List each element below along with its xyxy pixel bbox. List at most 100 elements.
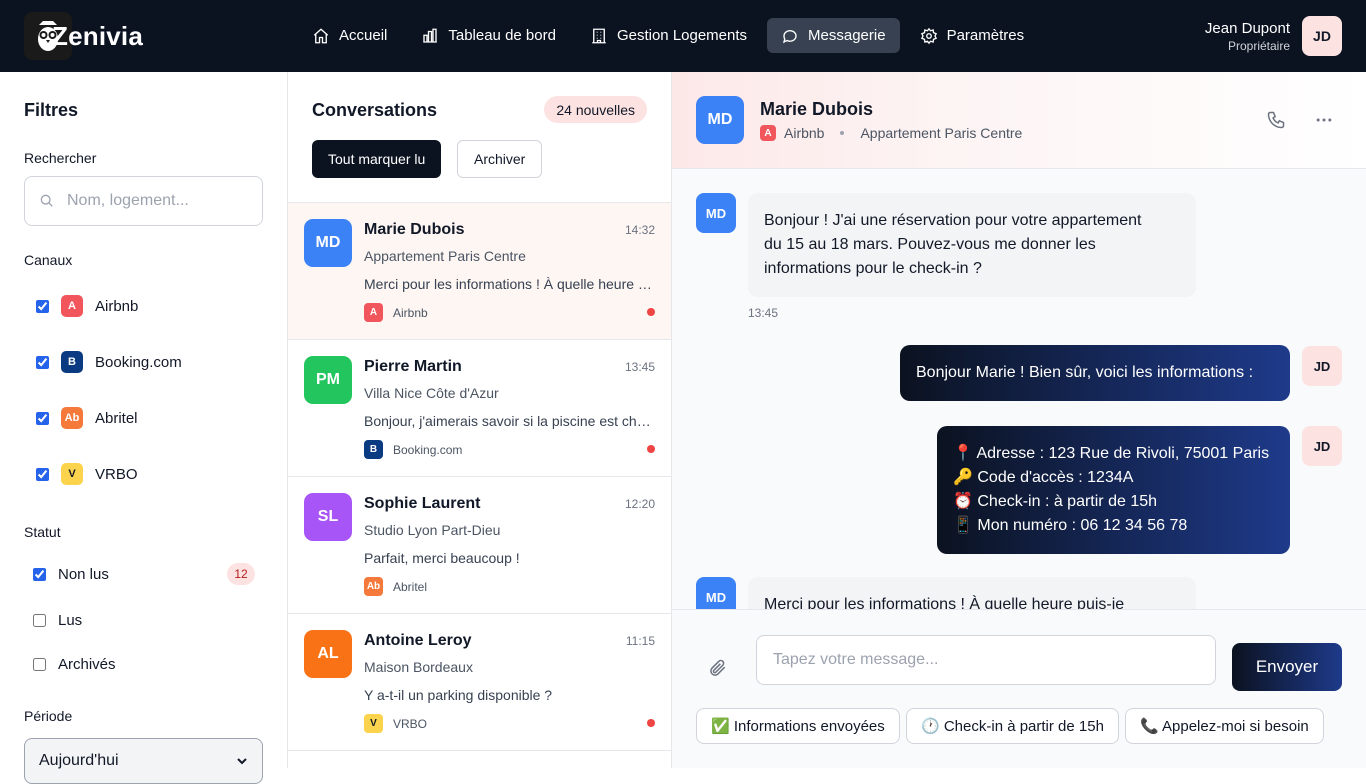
separator-dot (840, 131, 845, 135)
conversation-property: Studio Lyon Part-Dieu (364, 522, 501, 538)
home-icon (313, 27, 329, 43)
chat-contact-details: A Airbnb Appartement Paris Centre (760, 125, 1022, 141)
chat-icon (783, 29, 797, 43)
building-icon (592, 28, 606, 43)
message-input[interactable] (756, 635, 1216, 685)
conversation-channel: V VRBO (364, 714, 427, 733)
nav-messagerie[interactable]: Messagerie (767, 18, 900, 53)
channel-name: Booking.com (393, 442, 463, 457)
user-role: Propriétaire (1227, 38, 1290, 53)
conversation-name: Marie Dubois (364, 221, 465, 238)
search-icon (40, 194, 53, 207)
avatar: MD (696, 577, 736, 609)
status-filter-archives[interactable]: Archivés (33, 656, 116, 673)
status-filter-lus[interactable]: Lus (33, 612, 82, 629)
quick-reply-appelez-moi[interactable]: 📞 Appelez-moi si besoin (1125, 708, 1324, 744)
message-line: 📱 Mon numéro : 06 12 34 56 78 (953, 517, 1188, 534)
logo[interactable]: Zenivia (24, 12, 143, 60)
channel-checkbox[interactable] (36, 411, 49, 425)
message-incoming: Bonjour ! J'ai une réservation pour votr… (748, 193, 1196, 297)
avatar: PM (304, 356, 352, 404)
avatar: JD (1302, 346, 1342, 386)
message-composer: Envoyer ✅ Informations envoyées 🕐 Check-… (672, 609, 1366, 768)
channel-filter-vrbo[interactable]: V VRBO (36, 463, 138, 485)
channel-checkbox[interactable] (36, 355, 49, 369)
conversation-name: Sophie Laurent (364, 495, 481, 512)
conversation-name: Antoine Leroy (364, 632, 472, 649)
conversation-item[interactable]: PM Pierre Martin 13:45 Villa Nice Côte d… (288, 340, 671, 477)
period-label: Période (24, 708, 73, 724)
conversation-item[interactable]: AL Antoine Leroy 11:15 Maison Bordeaux Y… (288, 614, 671, 751)
attach-button[interactable] (708, 658, 728, 678)
channel-name: Airbnb (393, 305, 428, 320)
status-label-text: Lus (58, 612, 83, 629)
status-filter-non-lus[interactable]: Non lus (33, 566, 109, 583)
status-checkbox[interactable] (33, 658, 46, 671)
user-info: Jean Dupont Propriétaire (1205, 20, 1290, 53)
message-line: ⏰ Check-in : à partir de 15h (953, 493, 1158, 510)
search-input[interactable] (67, 192, 247, 210)
archive-button[interactable]: Archiver (457, 140, 543, 178)
channel-filter-abritel[interactable]: Ab Abritel (36, 407, 138, 429)
channel-filter-airbnb[interactable]: A Airbnb (36, 295, 138, 317)
quick-reply-informations[interactable]: ✅ Informations envoyées (696, 708, 900, 744)
channel-checkbox[interactable] (36, 299, 49, 313)
unread-dot (647, 719, 655, 727)
avatar[interactable]: JD (1302, 16, 1342, 56)
channels-label: Canaux (24, 252, 73, 268)
unread-dot (647, 308, 655, 316)
period-select[interactable]: Aujourd'hui (24, 738, 263, 784)
message-line: Bonjour Marie ! Bien sûr, voici les info… (916, 364, 1254, 381)
vrbo-icon: V (364, 714, 383, 733)
airbnb-icon: A (760, 125, 776, 141)
phone-icon (1267, 111, 1285, 129)
conversation-time: 11:15 (625, 634, 655, 648)
call-button[interactable] (1266, 110, 1286, 130)
status-checkbox[interactable] (33, 614, 46, 627)
message-line: 🔑 Code d'accès : 1234A (953, 469, 1134, 486)
quick-reply-check-in[interactable]: 🕐 Check-in à partir de 15h (906, 708, 1119, 744)
conversation-preview: Y a-t-il un parking disponible ? (364, 687, 553, 703)
more-options-button[interactable] (1314, 110, 1334, 130)
chat-property: Appartement Paris Centre (860, 125, 1023, 141)
nav-parametres[interactable]: Paramètres (906, 18, 1039, 53)
main-nav: Accueil Tableau de bord Gestion Logement… (298, 18, 1038, 53)
mark-all-read-button[interactable]: Tout marquer lu (312, 140, 442, 178)
nav-accueil[interactable]: Accueil (298, 18, 401, 53)
channel-label: Booking.com (95, 353, 182, 371)
conversation-time: 14:32 (624, 223, 655, 237)
nav-label: Accueil (339, 27, 388, 44)
nav-tableau-de-bord[interactable]: Tableau de bord (407, 18, 570, 53)
unread-count-badge: 12 (227, 563, 255, 585)
avatar: MD (696, 193, 736, 233)
message-line: informations pour le check-in ? (764, 260, 982, 277)
abritel-icon: Ab (364, 577, 383, 596)
message-time: 13:45 (748, 306, 779, 320)
chat-channel: Airbnb (784, 125, 825, 141)
message-outgoing: Bonjour Marie ! Bien sûr, voici les info… (900, 345, 1290, 401)
search-box[interactable] (24, 176, 263, 226)
message-thread[interactable]: MD Bonjour ! J'ai une réservation pour v… (672, 169, 1366, 609)
channel-filter-booking[interactable]: B Booking.com (36, 351, 182, 373)
conversation-preview: Parfait, merci beaucoup ! (364, 550, 520, 566)
booking-icon: B (61, 351, 83, 373)
conversation-item[interactable]: MD Marie Dubois 14:32 Appartement Paris … (288, 203, 671, 340)
user-menu[interactable]: Jean Dupont Propriétaire JD (1205, 16, 1342, 56)
conversations-title: Conversations (312, 100, 438, 120)
conversation-channel: A Airbnb (364, 303, 428, 322)
filters-panel: Filtres Rechercher Canaux A Airbnb B Boo… (0, 72, 288, 784)
channel-checkbox[interactable] (36, 467, 49, 481)
booking-icon: B (364, 440, 383, 459)
status-checkbox[interactable] (33, 568, 46, 581)
conversations-panel: Conversations 24 nouvelles Tout marquer … (288, 72, 672, 768)
conversation-item[interactable]: SL Sophie Laurent 12:20 Studio Lyon Part… (288, 477, 671, 614)
airbnb-icon: A (364, 303, 383, 322)
send-button[interactable]: Envoyer (1232, 643, 1342, 691)
message-line: du 15 au 18 mars. Pouvez-vous me donner … (764, 236, 1096, 253)
avatar: AL (304, 630, 352, 678)
nav-gestion-logements[interactable]: Gestion Logements (576, 18, 761, 53)
nav-label: Tableau de bord (448, 27, 556, 44)
conversation-channel: Ab Abritel (364, 577, 427, 596)
top-bar: Zenivia Accueil Tableau de bord Gestion … (0, 0, 1366, 72)
conversation-preview: Bonjour, j'aimerais savoir si la piscine… (364, 413, 654, 429)
